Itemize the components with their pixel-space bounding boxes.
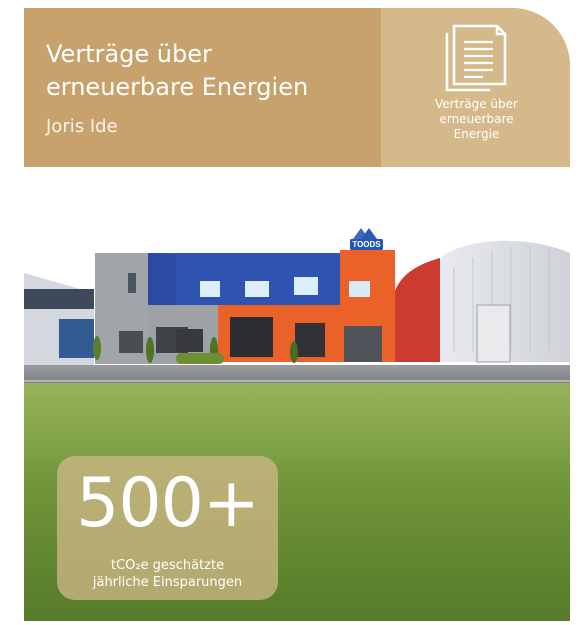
case-study-card[interactable]: Verträge über erneuerbare Energien Joris… <box>24 8 570 621</box>
document-icon <box>445 24 507 92</box>
stat-callout: 500+ tCO₂e geschätzte jährliche Einsparu… <box>57 456 278 600</box>
stat-value: 500+ <box>76 464 260 543</box>
card-title: Verträge über erneuerbare Energien <box>46 40 309 101</box>
category-label: Verträge über erneuerbare Energie <box>435 97 518 141</box>
stat-label: tCO₂e geschätzte jährliche Einsparungen <box>92 558 243 590</box>
author-name: Joris Ide <box>46 116 118 137</box>
building-sign: TOODS <box>352 240 381 249</box>
